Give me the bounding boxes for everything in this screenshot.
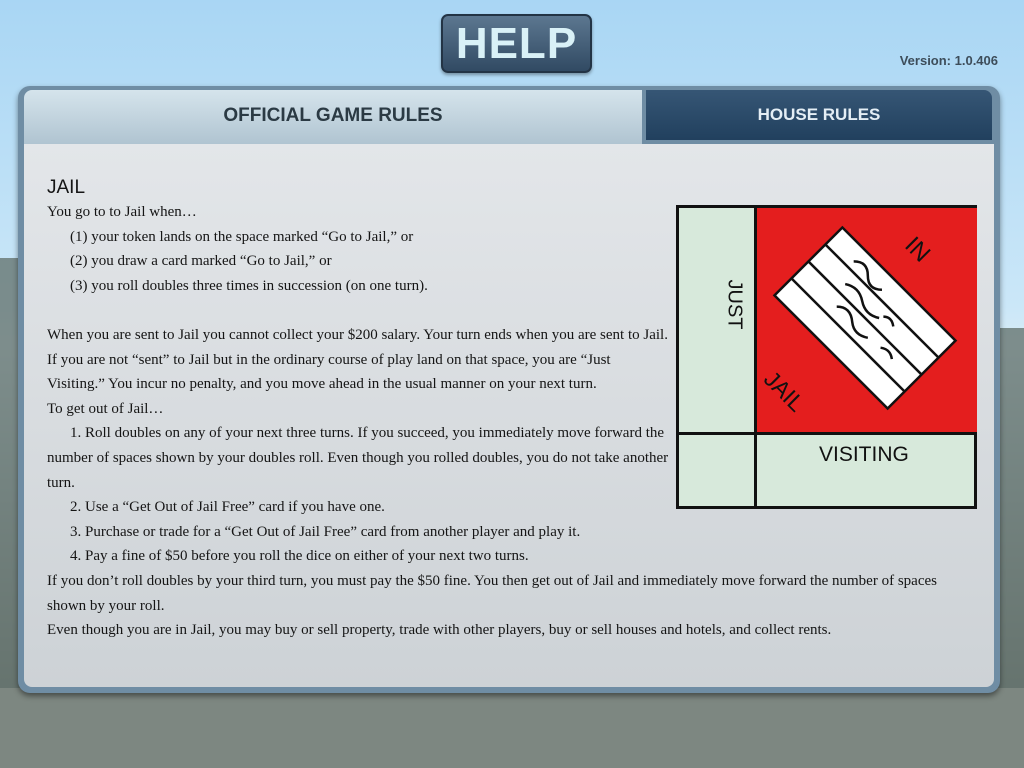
tab-house-rules[interactable]: HOUSE RULES [646,90,992,140]
rule-line: 3. Purchase or trade for a “Get Out of J… [70,523,581,540]
tab-official-game-rules[interactable]: OFFICIAL GAME RULES [24,90,642,144]
rules-panel: OFFICIAL GAME RULES HOUSE RULES JAIL You… [18,86,1000,693]
rules-content: JAIL You go to to Jail when… (1) your to… [24,144,994,687]
visiting-label: VISITING [819,443,909,466]
jail-card-image: JUST VISITING IN JAIL [676,205,977,509]
page-title: HELP [441,14,592,73]
background-ground [0,688,1024,768]
rule-line: When you are sent to Jail you cannot col… [47,326,668,343]
rule-line: 1. Roll doubles on any of your next thre… [47,425,669,491]
version-label: Version: 1.0.406 [899,53,998,68]
rule-line: 4. Pay a fine of $50 before you roll the… [70,548,529,565]
rule-line: If you don’t roll doubles by your third … [47,572,937,614]
rules-heading: JAIL [47,177,86,198]
rule-line: If you are not “sent” to Jail but in the… [47,351,611,393]
rule-line: Even though you are in Jail, you may buy… [47,622,832,639]
just-label: JUST [723,279,746,330]
